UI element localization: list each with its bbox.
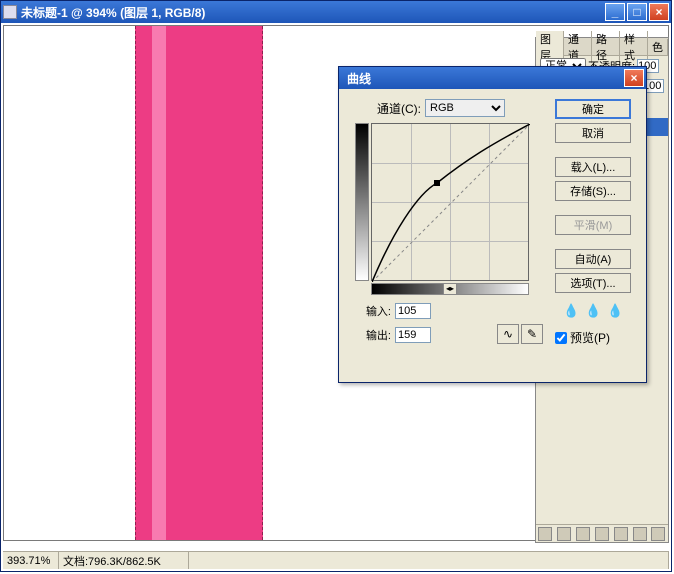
fx-icon[interactable]: [557, 527, 571, 541]
curves-dialog[interactable]: 曲线 × 通道(C): RGB: [338, 66, 647, 383]
curve-line: [372, 124, 530, 282]
preview-checkbox[interactable]: [555, 332, 567, 344]
status-zoom[interactable]: 393.71%: [3, 552, 59, 569]
cancel-button[interactable]: 取消: [555, 123, 631, 143]
curves-graph[interactable]: [371, 123, 529, 281]
layers-bottom-icons: [536, 524, 668, 542]
panel-tabs[interactable]: 图层 通道 路径 样式 色: [536, 38, 668, 56]
selection-edge-right: [262, 26, 263, 540]
status-bar: 393.71% 文档:796.3K/862.5K: [3, 551, 669, 569]
minimize-button[interactable]: _: [605, 3, 625, 21]
eyedropper-black-icon[interactable]: 💧: [563, 303, 579, 319]
eyedropper-white-icon[interactable]: 💧: [607, 303, 623, 319]
save-button[interactable]: 存储(S)...: [555, 181, 631, 201]
folder-icon[interactable]: [595, 527, 609, 541]
load-button[interactable]: 载入(L)...: [555, 157, 631, 177]
trash-icon[interactable]: [651, 527, 665, 541]
document-icon: [3, 5, 17, 19]
dialog-title: 曲线: [341, 70, 624, 87]
input-gradient[interactable]: ◂▸: [371, 283, 529, 295]
tab-color[interactable]: 色: [648, 39, 668, 55]
artwork-pink-band: [135, 26, 263, 540]
newlayer-icon[interactable]: [633, 527, 647, 541]
curve-control-point[interactable]: [434, 180, 440, 186]
eyedropper-gray-icon[interactable]: 💧: [585, 303, 601, 319]
dialog-close-button[interactable]: ×: [624, 69, 644, 87]
output-gradient: [355, 123, 369, 281]
curve-tool-button[interactable]: ∿: [497, 324, 519, 344]
preview-label: 预览(P): [570, 329, 610, 346]
artwork-highlight: [152, 26, 166, 540]
adjust-icon[interactable]: [614, 527, 628, 541]
link-icon[interactable]: [538, 527, 552, 541]
selection-edge-left: [135, 26, 136, 540]
channel-select[interactable]: RGB: [425, 99, 505, 117]
dialog-title-bar[interactable]: 曲线 ×: [339, 67, 646, 89]
status-spacer: [189, 552, 669, 569]
document-title: 未标题-1 @ 394% (图层 1, RGB/8): [21, 4, 605, 21]
input-value[interactable]: [395, 303, 431, 319]
close-button[interactable]: ×: [649, 3, 669, 21]
status-docsize: 文档:796.3K/862.5K: [59, 552, 189, 569]
input-label: 输入:: [355, 303, 391, 319]
maximize-button[interactable]: □: [627, 3, 647, 21]
ok-button[interactable]: 确定: [555, 99, 631, 119]
gradient-swap-icon[interactable]: ◂▸: [443, 284, 457, 294]
pencil-tool-button[interactable]: ✎: [521, 324, 543, 344]
smooth-button: 平滑(M): [555, 215, 631, 235]
title-bar[interactable]: 未标题-1 @ 394% (图层 1, RGB/8) _ □ ×: [1, 1, 671, 23]
output-value[interactable]: [395, 327, 431, 343]
channel-label: 通道(C):: [377, 100, 421, 117]
auto-button[interactable]: 自动(A): [555, 249, 631, 269]
options-button[interactable]: 选项(T)...: [555, 273, 631, 293]
output-label: 输出:: [355, 327, 391, 343]
mask-icon[interactable]: [576, 527, 590, 541]
